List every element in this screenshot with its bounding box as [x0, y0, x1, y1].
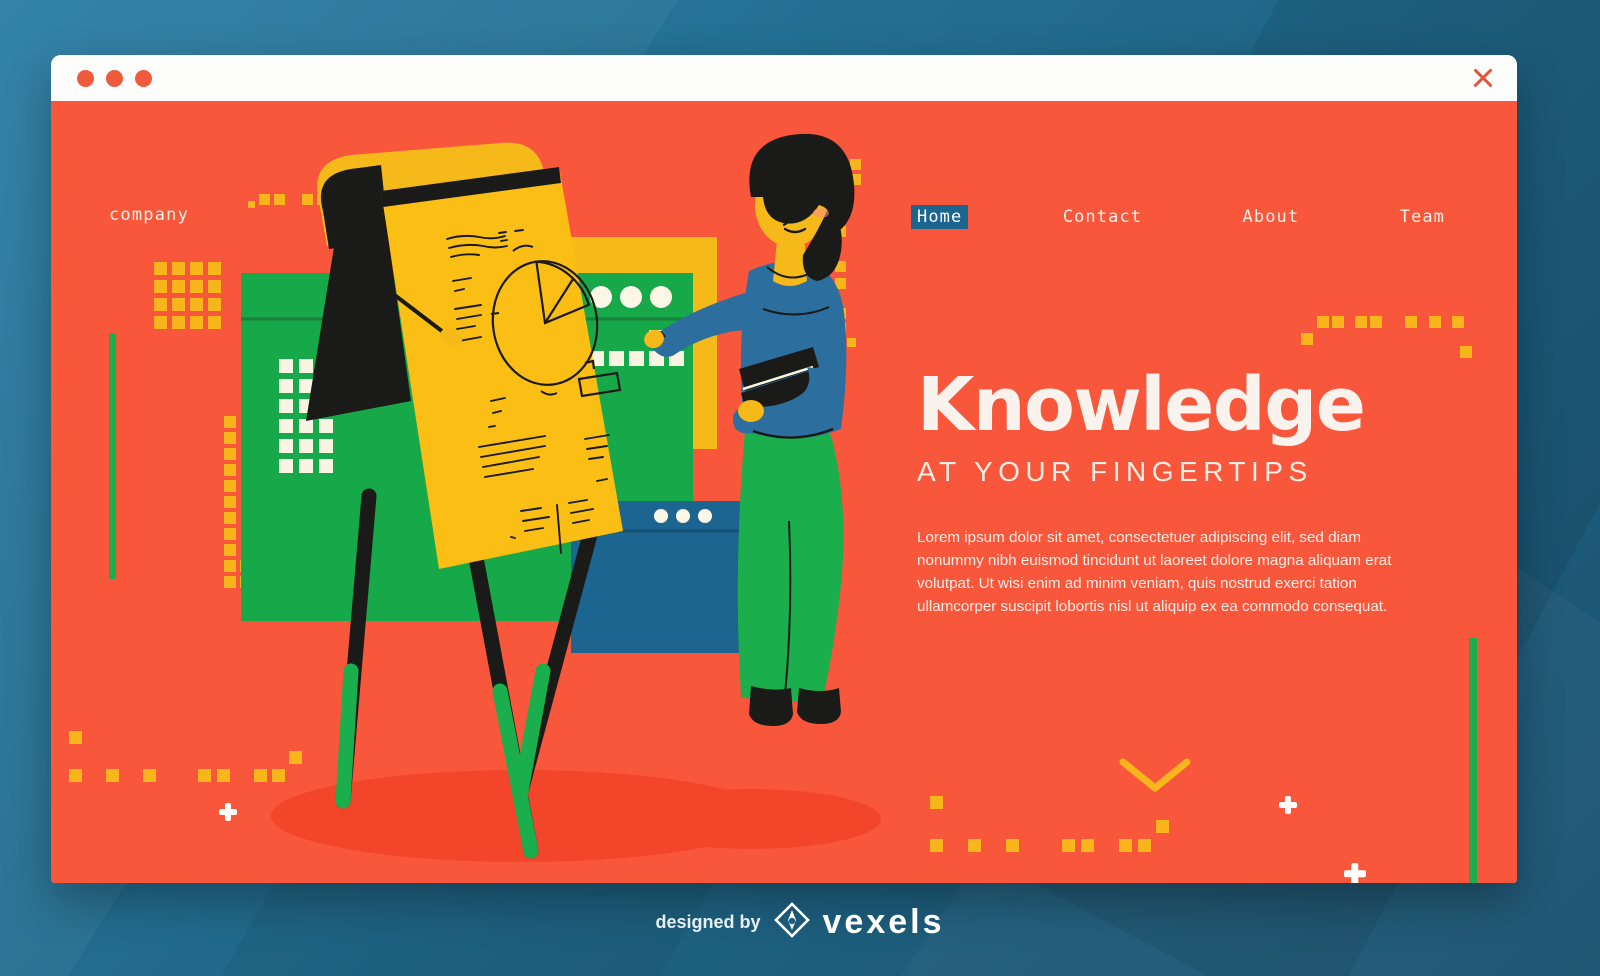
chevron-down-icon[interactable]	[1119, 758, 1191, 794]
hero-paragraph: Lorem ipsum dolor sit amet, consectetuer…	[917, 528, 1392, 615]
traffic-dot-minimize-icon[interactable]	[106, 69, 123, 87]
browser-window: company Home Contact About Team Knowledg…	[51, 55, 1517, 883]
page-canvas: company Home Contact About Team Knowledg…	[51, 101, 1517, 883]
main-navigation: Home Contact About Team	[911, 205, 1451, 229]
browser-titlebar	[51, 55, 1517, 101]
brand-logo[interactable]: company	[109, 205, 189, 225]
traffic-dot-maximize-icon[interactable]	[135, 69, 152, 87]
vexels-wordmark: vexels	[822, 903, 945, 941]
nav-item-about[interactable]: About	[1237, 205, 1306, 229]
page-title: Knowledge	[917, 362, 1366, 448]
vexels-diamond-nib-icon	[772, 900, 812, 945]
close-icon[interactable]	[1471, 66, 1495, 90]
traffic-light-dots	[77, 69, 152, 87]
traffic-dot-close-icon[interactable]	[77, 69, 94, 87]
vexels-credit: designed by vexels	[0, 900, 1600, 945]
page-subtitle: AT YOUR FINGERTIPS	[917, 455, 1313, 487]
hero-content: Knowledge AT YOUR FINGERTIPS Lorem ipsum…	[917, 362, 1437, 618]
nav-item-home[interactable]: Home	[911, 205, 969, 229]
nav-item-contact[interactable]: Contact	[1057, 205, 1148, 229]
designed-by-label: designed by	[655, 912, 761, 932]
nav-item-team[interactable]: Team	[1394, 205, 1451, 229]
